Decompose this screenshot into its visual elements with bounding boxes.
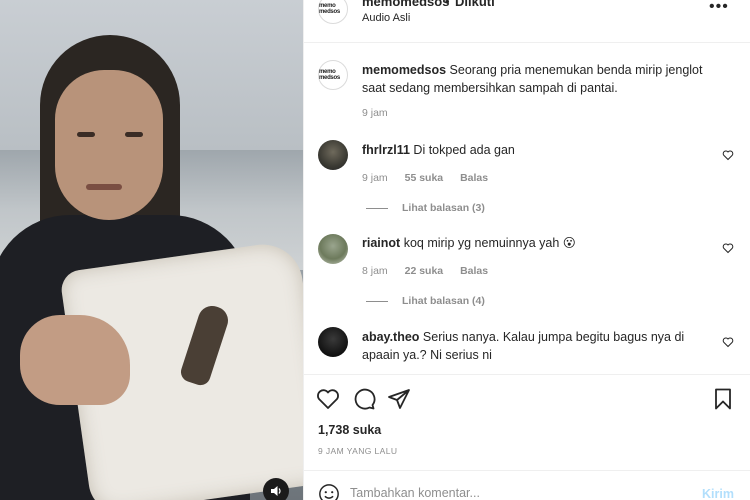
- caption-avatar[interactable]: memo medsos: [318, 60, 348, 90]
- comments-list: memo medsos memomedsos Seorang pria mene…: [304, 44, 750, 374]
- comment-likes[interactable]: 22 suka: [405, 265, 444, 277]
- view-replies-button[interactable]: Lihat balasan (3): [366, 202, 485, 214]
- comment-body: koq mirip yg nemuinnya yah 😮: [403, 236, 576, 250]
- header-separator: •: [445, 0, 450, 9]
- view-replies-button[interactable]: Lihat balasan (4): [366, 295, 485, 307]
- author-username[interactable]: memomedsos: [362, 0, 449, 9]
- like-heart-icon[interactable]: [722, 242, 734, 254]
- post-comment-button[interactable]: Kirim: [702, 487, 734, 500]
- video-person-mouth: [86, 184, 122, 190]
- comment-meta: 8 jam 22 suka Balas: [362, 265, 502, 277]
- video-person-eye: [125, 132, 143, 137]
- caption-meta: 9 jam: [362, 107, 402, 119]
- comment-text: abay.theo Serius nanya. Kalau jumpa begi…: [362, 328, 707, 364]
- comment-avatar[interactable]: [318, 234, 348, 264]
- post-side-panel: memo medsos memomedsos • Diikuti Audio A…: [303, 0, 750, 500]
- share-paper-plane-icon[interactable]: [387, 387, 411, 411]
- like-heart-icon[interactable]: [722, 336, 734, 348]
- heart-icon[interactable]: [316, 387, 340, 411]
- caption-username[interactable]: memomedsos: [362, 63, 446, 77]
- author-avatar-logo-text: memo medsos: [319, 3, 340, 15]
- video-person-eye: [77, 132, 95, 137]
- like-heart-icon[interactable]: [722, 149, 734, 161]
- comment-username[interactable]: fhrlrzl11: [362, 143, 410, 157]
- reply-button[interactable]: Balas: [460, 265, 488, 277]
- comment-avatar[interactable]: [318, 327, 348, 357]
- post-actions-bar: [304, 374, 750, 420]
- video-person-face: [55, 70, 163, 220]
- speaker-icon: [271, 486, 281, 496]
- comment-username[interactable]: abay.theo: [362, 330, 419, 344]
- caption-text: memomedsos Seorang pria menemukan benda …: [362, 61, 712, 97]
- more-horizontal-icon[interactable]: •••: [709, 0, 729, 16]
- comment-text: riainot koq mirip yg nemuinnya yah 😮: [362, 234, 712, 252]
- add-comment-bar: Kirim: [304, 470, 750, 500]
- reply-button[interactable]: Balas: [460, 172, 488, 184]
- comment-text: fhrlrzl11 Di tokped ada gan: [362, 141, 712, 159]
- caption-time[interactable]: 9 jam: [362, 107, 388, 119]
- audio-source-link[interactable]: Audio Asli: [362, 12, 410, 24]
- post-video[interactable]: [0, 0, 303, 500]
- follow-status-button[interactable]: Diikuti: [455, 0, 495, 9]
- emoji-icon[interactable]: [318, 483, 340, 500]
- bookmark-icon[interactable]: [711, 387, 735, 411]
- audio-toggle-button[interactable]: [263, 478, 289, 500]
- comment-likes[interactable]: 55 suka: [405, 172, 444, 184]
- comment-input[interactable]: [350, 483, 650, 500]
- comment-avatar[interactable]: [318, 140, 348, 170]
- post-timestamp[interactable]: 9 JAM YANG LALU: [318, 446, 397, 456]
- caption-avatar-logo-text: memo medsos: [319, 69, 340, 81]
- video-person-hand: [20, 315, 130, 405]
- comment-time[interactable]: 8 jam: [362, 265, 388, 277]
- comment-bubble-icon[interactable]: [352, 387, 376, 411]
- likes-count[interactable]: 1,738 suka: [318, 423, 381, 437]
- comment-time[interactable]: 9 jam: [362, 172, 388, 184]
- comment-body: Di tokped ada gan: [413, 143, 515, 157]
- author-avatar[interactable]: memo medsos: [318, 0, 348, 24]
- post-header: memo medsos memomedsos • Diikuti Audio A…: [304, 0, 750, 43]
- comment-username[interactable]: riainot: [362, 236, 400, 250]
- comment-meta: 9 jam 55 suka Balas: [362, 172, 502, 184]
